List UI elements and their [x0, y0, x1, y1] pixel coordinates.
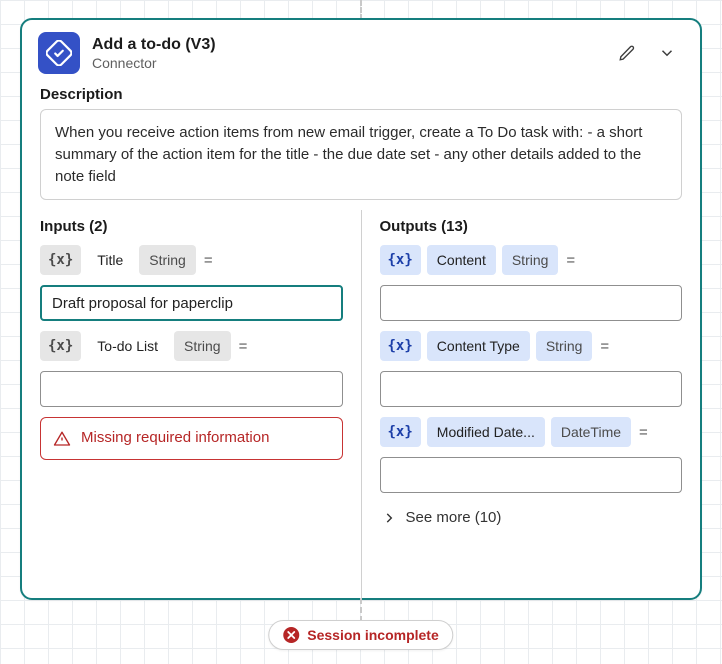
variable-badge: {x}	[40, 331, 81, 361]
output-value[interactable]	[380, 285, 683, 321]
type-chip: String	[536, 331, 593, 361]
type-chip: DateTime	[551, 417, 631, 447]
equals-icon: =	[598, 338, 611, 355]
session-status-pill[interactable]: Session incomplete	[268, 620, 453, 650]
warning-icon	[53, 430, 71, 448]
input-name: To-do List	[87, 331, 168, 361]
equals-icon: =	[564, 252, 577, 269]
variable-badge: {x}	[40, 245, 81, 275]
output-row: {x} Content String =	[380, 245, 683, 275]
flow-connector-bottom	[360, 598, 362, 622]
card-header: Add a to-do (V3) Connector	[22, 20, 700, 80]
chevron-down-icon	[658, 44, 676, 62]
see-more-button[interactable]: See more (10)	[380, 503, 683, 532]
output-row: {x} Modified Date... DateTime =	[380, 417, 683, 447]
type-chip: String	[139, 245, 196, 275]
type-chip: String	[502, 245, 559, 275]
input-row: {x} To-do List String =	[40, 331, 343, 361]
output-name: Content	[427, 245, 496, 275]
input-value-todo-list[interactable]	[40, 371, 343, 407]
variable-badge: {x}	[380, 417, 421, 447]
action-card: Add a to-do (V3) Connector Description W…	[20, 18, 702, 600]
connector-icon	[38, 32, 80, 74]
error-text: Missing required information	[81, 428, 269, 448]
output-name: Content Type	[427, 331, 530, 361]
flow-connector-top	[360, 0, 362, 20]
output-value[interactable]	[380, 457, 683, 493]
output-row: {x} Content Type String =	[380, 331, 683, 361]
pencil-icon	[618, 44, 636, 62]
status-label: Session incomplete	[307, 627, 438, 643]
equals-icon: =	[202, 252, 215, 269]
collapse-button[interactable]	[654, 40, 680, 66]
input-row: {x} Title String =	[40, 245, 343, 275]
card-subtitle: Connector	[92, 55, 602, 72]
inputs-heading: Inputs (2)	[40, 218, 343, 235]
description-label: Description	[22, 80, 700, 109]
variable-badge: {x}	[380, 245, 421, 275]
card-title: Add a to-do (V3)	[92, 35, 602, 55]
type-chip: String	[174, 331, 231, 361]
output-value[interactable]	[380, 371, 683, 407]
edit-button[interactable]	[614, 40, 640, 66]
error-circle-icon	[283, 627, 299, 643]
outputs-column: Outputs (13) {x} Content String = {x} Co…	[362, 210, 701, 598]
input-name: Title	[87, 245, 133, 275]
validation-error: Missing required information	[40, 417, 343, 459]
description-text: When you receive action items from new e…	[40, 109, 682, 200]
outputs-heading: Outputs (13)	[380, 218, 683, 235]
output-name: Modified Date...	[427, 417, 545, 447]
equals-icon: =	[637, 424, 650, 441]
input-value-title[interactable]: Draft proposal for paperclip	[40, 285, 343, 321]
equals-icon: =	[237, 338, 250, 355]
inputs-column: Inputs (2) {x} Title String = Draft prop…	[22, 210, 362, 598]
chevron-right-icon	[382, 511, 396, 525]
variable-badge: {x}	[380, 331, 421, 361]
see-more-label: See more (10)	[406, 509, 502, 526]
